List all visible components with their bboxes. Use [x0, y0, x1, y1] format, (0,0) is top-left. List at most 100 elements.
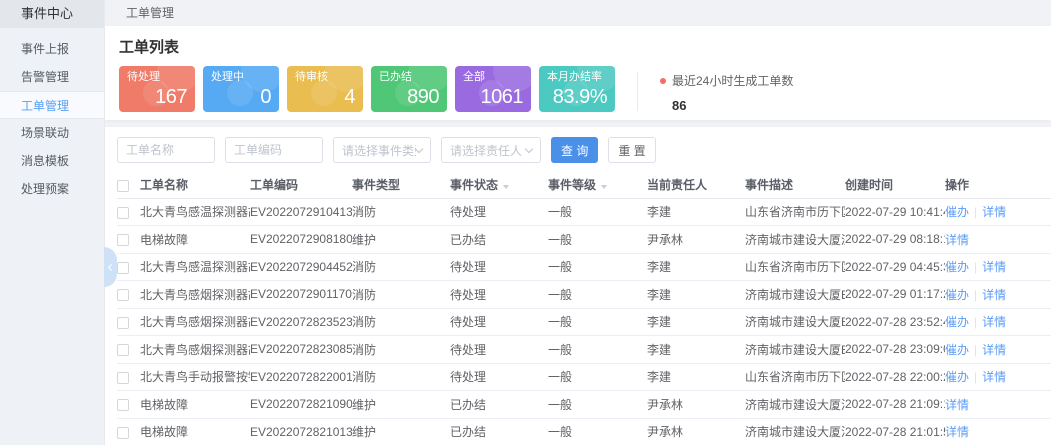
cell-ops: 详情: [945, 418, 1051, 445]
column-header-label: 当前责任人: [647, 178, 707, 192]
cell-level: 一般: [548, 336, 647, 364]
row-checkbox[interactable]: [117, 399, 129, 411]
cell-owner: 尹承林: [647, 418, 745, 445]
event-type-select-placeholder: 请选择事件类型: [342, 142, 416, 159]
row-checkbox[interactable]: [117, 344, 129, 356]
cell-desc: 济南城市建设大厦B3车...: [745, 308, 845, 336]
column-header-owner: 当前责任人: [647, 172, 745, 198]
sidebar-item-handle-plan[interactable]: 处理预案: [0, 175, 104, 203]
row-checkbox-cell: [117, 281, 140, 309]
cell-ops: 催办 | 详情: [945, 363, 1051, 391]
detail-link[interactable]: 详情: [982, 370, 1006, 384]
cell-owner: 李建: [647, 308, 745, 336]
row-checkbox-cell: [117, 418, 140, 445]
cell-status: 已办结: [450, 391, 548, 419]
sidebar-item-workorder-manage[interactable]: 工单管理: [0, 91, 104, 119]
row-checkbox[interactable]: [117, 427, 129, 439]
cell-ops: 催办|详情: [945, 281, 1051, 309]
column-header-label: 创建时间: [845, 178, 893, 192]
search-button[interactable]: 查 询: [551, 137, 598, 163]
row-checkbox[interactable]: [117, 317, 129, 329]
row-checkbox[interactable]: [117, 372, 129, 384]
cell-desc: 济南城市建设大厦B3车...: [745, 281, 845, 309]
row-checkbox[interactable]: [117, 234, 129, 246]
stats-row: 待处理167处理中0待审核4已办结890全部1061本月办结率83.9% 最近2…: [119, 66, 1037, 113]
detail-link[interactable]: 详情: [982, 288, 1006, 302]
column-header-label: 工单名称: [140, 178, 188, 192]
detail-link[interactable]: 详情: [945, 233, 969, 247]
row-checkbox[interactable]: [117, 289, 129, 301]
detail-link[interactable]: 详情: [982, 343, 1006, 357]
urge-link[interactable]: 催办: [945, 370, 969, 384]
cell-type: 消防: [352, 363, 450, 391]
owner-select[interactable]: 请选择责任人: [441, 137, 541, 163]
chevron-down-icon: [525, 144, 533, 152]
detail-link[interactable]: 详情: [945, 425, 969, 439]
sidebar-item-event-report[interactable]: 事件上报: [0, 35, 104, 63]
row-checkbox[interactable]: [117, 262, 129, 274]
stat-card-label: 已办结: [379, 71, 439, 84]
urge-link[interactable]: 催办: [945, 260, 969, 274]
stat-card-value: 83.9%: [547, 86, 607, 109]
cell-code: EV20220728235233362: [250, 308, 352, 336]
row-checkbox-cell: [117, 391, 140, 419]
cell-owner: 李建: [647, 198, 745, 226]
cell-name: 北大青鸟感烟探测器故障: [140, 308, 250, 336]
cell-owner: 李建: [647, 363, 745, 391]
cell-time: 2022-07-28 21:09:18: [845, 391, 945, 419]
cell-level: 一般: [548, 226, 647, 254]
sidebar: 事件中心 事件上报告警管理工单管理场景联动消息模板处理预案: [0, 0, 105, 445]
filter-icon[interactable]: [601, 185, 607, 189]
order-code-input[interactable]: [225, 137, 323, 163]
filter-icon[interactable]: [503, 185, 509, 189]
recent-workorders-label: 最近24小时生成工单数: [672, 72, 793, 89]
column-header-label: 事件描述: [745, 178, 793, 192]
urge-link[interactable]: 催办: [945, 205, 969, 219]
table-header-row: 工单名称工单编码事件类型事件状态事件等级当前责任人事件描述创建时间操作: [117, 172, 1051, 198]
cell-status: 待处理: [450, 253, 548, 281]
cell-level: 一般: [548, 418, 647, 445]
column-header-code: 工单编码: [250, 172, 352, 198]
cell-status: 已办结: [450, 226, 548, 254]
action-separator: |: [974, 370, 977, 384]
action-separator: |: [974, 205, 977, 219]
event-type-select[interactable]: 请选择事件类型: [333, 137, 431, 163]
order-name-input[interactable]: [117, 137, 215, 163]
urge-link[interactable]: 催办: [945, 343, 969, 357]
cell-name: 电梯故障: [140, 226, 250, 254]
reset-button[interactable]: 重 置: [608, 137, 655, 163]
cell-level: 一般: [548, 253, 647, 281]
urge-link[interactable]: 催办: [945, 315, 969, 329]
cell-code: EV20220729104130123: [250, 198, 352, 226]
stat-card-processing: 处理中0: [203, 66, 279, 112]
column-header-desc: 事件描述: [745, 172, 845, 198]
detail-link[interactable]: 详情: [945, 398, 969, 412]
cell-type: 消防: [352, 253, 450, 281]
column-header-level: 事件等级: [548, 172, 647, 198]
urge-link[interactable]: 催办: [945, 288, 969, 302]
cell-level: 一般: [548, 308, 647, 336]
select-all-checkbox[interactable]: [117, 180, 129, 192]
column-header-ops: 操作: [945, 172, 1051, 198]
cell-name: 北大青鸟感温探测器故障: [140, 253, 250, 281]
sidebar-item-message-template[interactable]: 消息模板: [0, 147, 104, 175]
sidebar-item-scene-linkage[interactable]: 场景联动: [0, 119, 104, 147]
table-row: 北大青鸟感温探测器故障EV20220729044522068消防待处理一般李建山…: [117, 253, 1051, 281]
cell-status: 待处理: [450, 336, 548, 364]
cell-type: 维护: [352, 391, 450, 419]
column-header-name: 工单名称: [140, 172, 250, 198]
column-header-time: 创建时间: [845, 172, 945, 198]
cell-time: 2022-07-29 04:45:36: [845, 253, 945, 281]
stat-card-label: 待审核: [295, 71, 355, 84]
detail-link[interactable]: 详情: [982, 205, 1006, 219]
row-checkbox[interactable]: [117, 207, 129, 219]
sidebar-header: 事件中心: [0, 0, 104, 28]
cell-time: 2022-07-28 23:52:48: [845, 308, 945, 336]
table-row: 电梯故障EV20220728210138787维护已办结一般尹承林济南城市建设大…: [117, 418, 1051, 445]
detail-link[interactable]: 详情: [982, 260, 1006, 274]
sidebar-item-alarm-manage[interactable]: 告警管理: [0, 63, 104, 91]
row-checkbox-cell: [117, 226, 140, 254]
cell-code: EV20220729081800961: [250, 226, 352, 254]
detail-link[interactable]: 详情: [982, 315, 1006, 329]
column-header-label: 操作: [945, 178, 969, 192]
